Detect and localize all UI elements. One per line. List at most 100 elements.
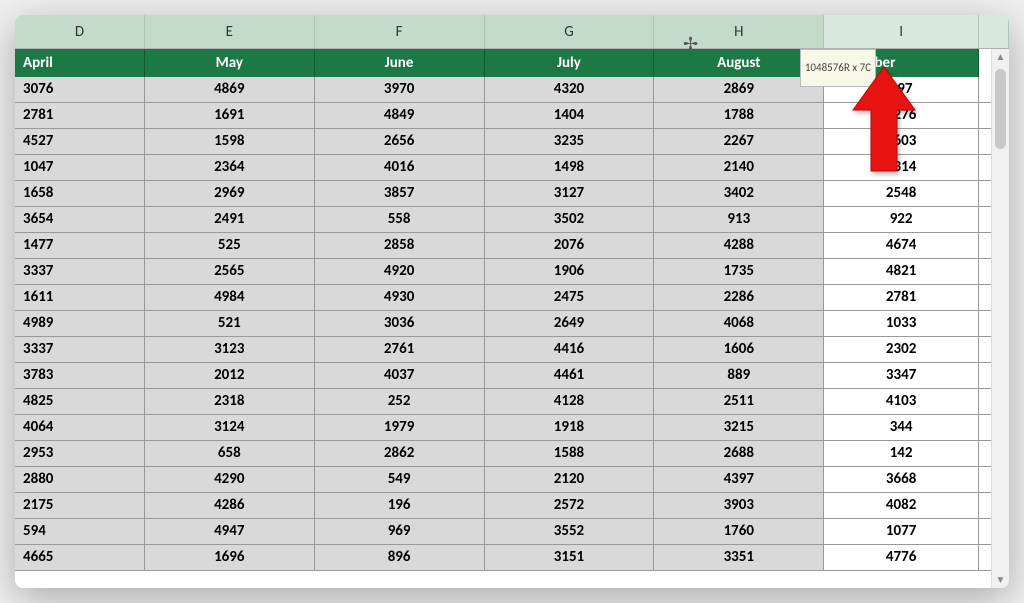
column-header-g[interactable]: G xyxy=(485,15,655,48)
cell[interactable]: 3654 xyxy=(15,207,145,233)
cell[interactable]: 2267 xyxy=(654,129,824,155)
cell[interactable]: 4665 xyxy=(15,545,145,571)
cell[interactable]: 196 xyxy=(315,493,485,519)
cell[interactable]: 2364 xyxy=(145,155,315,181)
cell[interactable]: 4082 xyxy=(824,493,979,519)
cell[interactable]: 1696 xyxy=(145,545,315,571)
cell[interactable]: 1598 xyxy=(145,129,315,155)
cell[interactable]: 549 xyxy=(315,467,485,493)
cell[interactable]: 3351 xyxy=(654,545,824,571)
cell[interactable]: 1760 xyxy=(654,519,824,545)
cell[interactable]: 2286 xyxy=(654,285,824,311)
cell[interactable]: 4016 xyxy=(315,155,485,181)
cell[interactable]: 969 xyxy=(315,519,485,545)
cell[interactable]: 2688 xyxy=(654,441,824,467)
cell[interactable]: 2781 xyxy=(824,285,979,311)
cell[interactable]: 3127 xyxy=(485,181,655,207)
cell[interactable]: 2649 xyxy=(485,311,655,337)
cell[interactable]: 896 xyxy=(315,545,485,571)
cell[interactable]: 4290 xyxy=(145,467,315,493)
cell[interactable]: 1077 xyxy=(824,519,979,545)
cell[interactable]: 4920 xyxy=(315,259,485,285)
cell[interactable]: 2565 xyxy=(145,259,315,285)
cell[interactable]: 142 xyxy=(824,441,979,467)
cell[interactable]: 2511 xyxy=(654,389,824,415)
cell[interactable]: 1588 xyxy=(485,441,655,467)
cell[interactable]: 3402 xyxy=(654,181,824,207)
cell[interactable]: 4286 xyxy=(145,493,315,519)
cell[interactable]: 1735 xyxy=(654,259,824,285)
cell[interactable]: 344 xyxy=(824,415,979,441)
header-april[interactable]: April xyxy=(15,49,145,77)
scrollbar-thumb[interactable] xyxy=(995,69,1006,149)
cell[interactable]: 2656 xyxy=(315,129,485,155)
cell[interactable]: 4674 xyxy=(824,233,979,259)
column-header-h[interactable]: H xyxy=(654,15,824,48)
cell[interactable]: 558 xyxy=(315,207,485,233)
cell[interactable]: 3668 xyxy=(824,467,979,493)
cell[interactable]: 1606 xyxy=(654,337,824,363)
cell[interactable]: 3337 xyxy=(15,337,145,363)
cell[interactable]: 2302 xyxy=(824,337,979,363)
column-header-d[interactable]: D xyxy=(15,15,145,48)
scroll-up-arrow-icon[interactable]: ▲ xyxy=(992,49,1009,65)
header-june[interactable]: June xyxy=(315,49,485,77)
cell[interactable]: 4128 xyxy=(485,389,655,415)
cell[interactable]: 922 xyxy=(824,207,979,233)
cell[interactable]: 2475 xyxy=(485,285,655,311)
cell[interactable]: 2880 xyxy=(15,467,145,493)
cell[interactable]: 2969 xyxy=(145,181,315,207)
cell[interactable]: 658 xyxy=(145,441,315,467)
cell[interactable]: 252 xyxy=(315,389,485,415)
cell[interactable]: 4461 xyxy=(485,363,655,389)
cell[interactable]: 1033 xyxy=(824,311,979,337)
cell[interactable]: 1477 xyxy=(15,233,145,259)
cell[interactable]: 4825 xyxy=(15,389,145,415)
header-may[interactable]: May xyxy=(145,49,315,77)
cell[interactable]: 4989 xyxy=(15,311,145,337)
cell[interactable]: 4320 xyxy=(485,77,655,103)
cell[interactable]: 913 xyxy=(654,207,824,233)
cell[interactable]: 4037 xyxy=(315,363,485,389)
column-header-f[interactable]: F xyxy=(315,15,485,48)
cell[interactable]: 3076 xyxy=(15,77,145,103)
cell[interactable]: 2781 xyxy=(15,103,145,129)
header-july[interactable]: July xyxy=(485,49,655,77)
cell[interactable]: 2076 xyxy=(485,233,655,259)
cell[interactable]: 3151 xyxy=(485,545,655,571)
column-header-e[interactable]: E xyxy=(145,15,315,48)
cell[interactable]: 3235 xyxy=(485,129,655,155)
column-header-i[interactable]: I1048576R x 7C xyxy=(824,15,979,48)
cell[interactable]: 3337 xyxy=(15,259,145,285)
vertical-scrollbar[interactable]: ▲ ▼ xyxy=(991,49,1009,588)
cell[interactable]: 1979 xyxy=(315,415,485,441)
cell[interactable]: 3036 xyxy=(315,311,485,337)
cell[interactable]: 2858 xyxy=(315,233,485,259)
cell[interactable]: 525 xyxy=(145,233,315,259)
cell[interactable]: 1906 xyxy=(485,259,655,285)
cell[interactable]: 4064 xyxy=(15,415,145,441)
cell[interactable]: 1047 xyxy=(15,155,145,181)
cell[interactable]: 4984 xyxy=(145,285,315,311)
cell[interactable]: 1658 xyxy=(15,181,145,207)
cell[interactable]: 2120 xyxy=(485,467,655,493)
cell[interactable]: 594 xyxy=(15,519,145,545)
cell[interactable]: 3552 xyxy=(485,519,655,545)
spreadsheet-grid[interactable]: ✢ DEFGHI1048576R x 7C AprilMayJuneJulyAu… xyxy=(15,15,1009,588)
cell[interactable]: 2318 xyxy=(145,389,315,415)
cell[interactable]: 1691 xyxy=(145,103,315,129)
cell[interactable]: 3123 xyxy=(145,337,315,363)
cell[interactable]: 4947 xyxy=(145,519,315,545)
cell[interactable]: 3903 xyxy=(654,493,824,519)
cell[interactable]: 3502 xyxy=(485,207,655,233)
cell[interactable]: 4527 xyxy=(15,129,145,155)
cell[interactable]: 2175 xyxy=(15,493,145,519)
cell[interactable]: 1498 xyxy=(485,155,655,181)
cell[interactable]: 3970 xyxy=(315,77,485,103)
cell[interactable]: 4068 xyxy=(654,311,824,337)
cell[interactable]: 2572 xyxy=(485,493,655,519)
cell[interactable]: 2012 xyxy=(145,363,315,389)
cell[interactable]: 4821 xyxy=(824,259,979,285)
cell[interactable]: 2491 xyxy=(145,207,315,233)
cell[interactable]: 3347 xyxy=(824,363,979,389)
